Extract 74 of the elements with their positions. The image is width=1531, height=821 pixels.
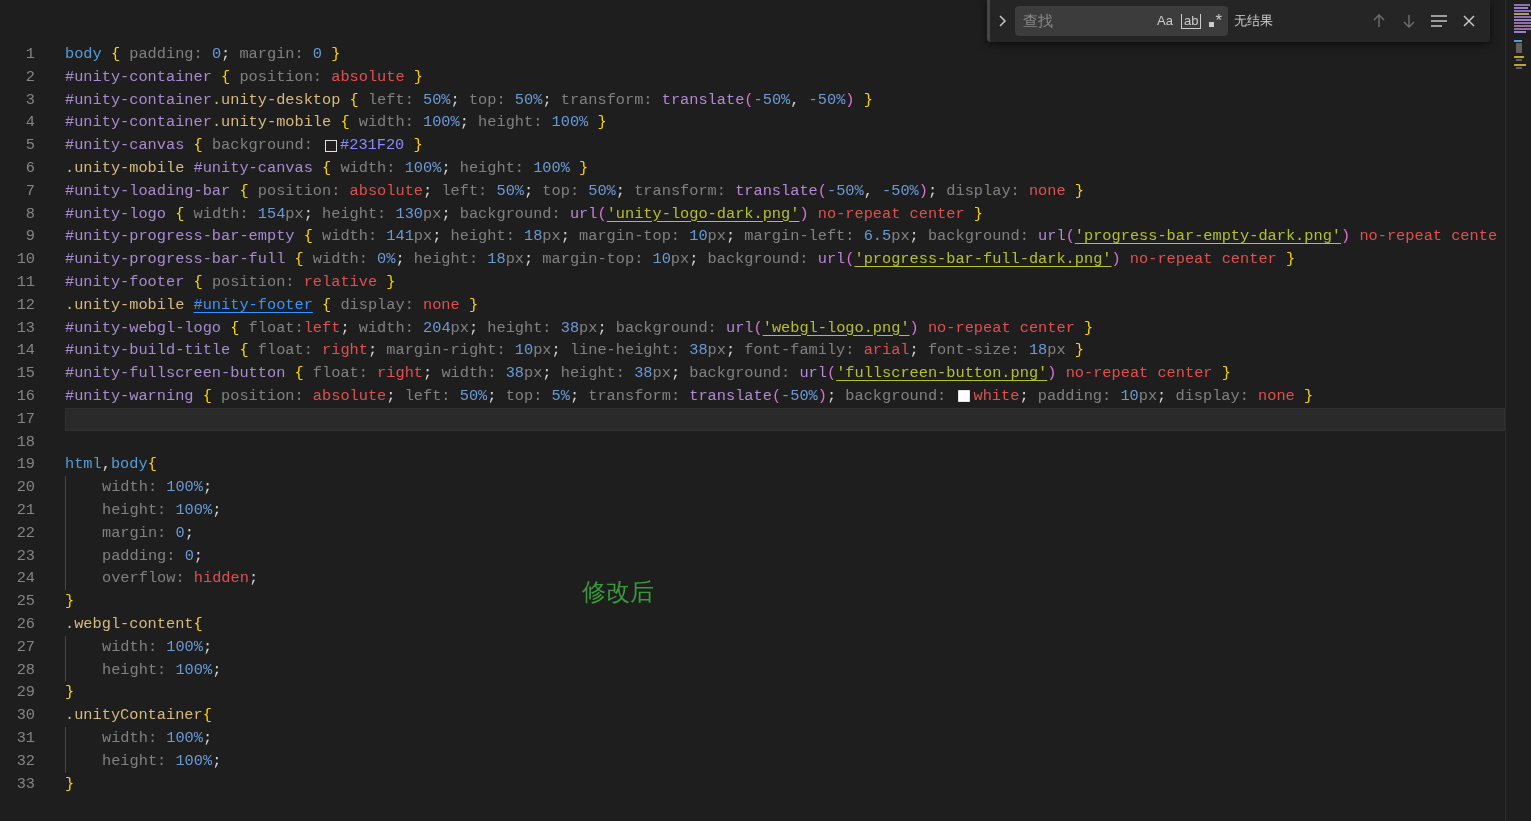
line-number: 30 [15,705,35,727]
code-text: .unityContainer{ [65,705,212,727]
code-text: margin: 0; [102,522,194,544]
line-number: 25 [15,591,35,613]
code-text: .webgl-content{ [65,613,203,635]
line-number: 28 [15,659,35,681]
find-field[interactable]: 查找 Aa ab * [1015,6,1228,36]
code-text: #unity-build-title { float: right; margin-right: 10px; line-height: 38px; font-family: arial; font-size: 18px } [65,340,1084,362]
code-text: body { padding: 0; margin: 0 } [65,44,341,65]
code-text: height: 100%; [102,499,222,521]
code-text: #unity-loading-bar { position: absolute; left: 50%; top: 50%; transform: translate(-50%, -50%); display: none } [65,180,1084,202]
line-number: 9 [24,226,35,248]
code-text: #unity-progress-bar-full { width: 0%; height: 18px; margin-top: 10px; background: url('progress-bar-full-dark.png') no-repeat center } [65,249,1296,271]
code-text: #unity-warning { position: absolute; left: 50%; top: 5%; transform: translate(-50%); background: [65,385,948,407]
code-text: #unity-container { position: absolute } [65,66,423,88]
line-number: 1 [24,44,35,65]
line-number: 4 [24,112,35,134]
line-number: 15 [15,363,35,385]
line-number: 19 [15,454,35,476]
code-text: #unity-container.unity-desktop { left: 50%; top: 50%; transform: translate(-50%, -50%) } [65,89,873,111]
line-number: 16 [15,385,35,407]
code-text: white; padding: 10px; display: none } [973,385,1314,407]
color-swatch-icon[interactable] [958,390,971,403]
code-text: } [65,591,75,613]
code-text: #unity-fullscreen-button { float: right; width: 38px; height: 38px; background: url('fullscreen-button.png') no-repeat center } [65,363,1231,385]
code-text: height: 100%; [102,659,222,681]
line-number: 14 [15,340,35,362]
match-case-toggle[interactable]: Aa [1155,10,1175,32]
minimap-drawing[interactable] [1514,4,1531,70]
line-number: 8 [24,203,35,225]
code-text: } [65,773,75,795]
line-number: 6 [24,158,35,179]
code-text: } [65,682,75,704]
line-number: 17 [15,408,35,430]
color-swatch-icon[interactable] [325,139,338,152]
line-number: 26 [15,613,35,635]
code-text: html,body{ [65,454,157,476]
line-number: 7 [24,180,35,202]
line-number: 18 [15,431,35,453]
line-number: 10 [15,249,35,271]
code-text: .unity-mobile #unity-canvas { width: 100%; height: 100% } [65,158,589,179]
line-number: 13 [15,317,35,339]
code-text: #unity-footer { position: relative } [65,271,396,293]
line-number: 27 [15,636,35,658]
code-text: #unity-container.unity-mobile { width: 100%; height: 100% } [65,112,607,134]
code-text: #unity-progress-bar-empty { width: 141px; height: 18px; margin-top: 10px; margin-left: 6.5px; background: url('progress-bar-empty-dark.png') no-repeat cente [65,226,1498,248]
annotation-text: 修改后 [582,577,654,607]
line-number: 33 [15,773,35,795]
code-text: #unity-canvas { background: [65,135,314,157]
line-number: 2 [24,66,35,88]
line-number: 12 [15,294,35,316]
code-text: #unity-webgl-logo { float:left; width: 204px; height: 38px; background: url('webgl-logo.png') no-repeat center } [65,317,1094,339]
code-text: padding: 0; [102,545,203,567]
code-text: .unity-mobile #unity-footer { display: none } [65,294,479,316]
line-number: 11 [15,271,35,293]
regex-toggle[interactable]: * [1207,10,1224,32]
code-text: width: 100%; [102,636,213,658]
line-number: 32 [15,750,35,772]
line-number: 22 [15,522,35,544]
code-text: width: 100%; [102,727,213,749]
line-number: 23 [15,545,35,567]
line-number: 31 [15,727,35,749]
code-text: overflow: hidden; [102,568,259,590]
line-number: 24 [15,568,35,590]
line-number: 20 [15,477,35,499]
result-text: 无结果 [1234,12,1273,31]
code-text: #231F20 } [340,135,423,157]
line-number: 5 [24,135,35,157]
line-number: 21 [15,499,35,521]
code-text: height: 100%; [102,750,222,772]
code-text: #unity-logo { width: 154px; height: 130px; background: url('unity-logo-dark.png') no-repeat center } [65,203,984,225]
code-text: width: 100%; [102,477,213,499]
line-number: 29 [15,682,35,704]
line-number: 3 [24,89,35,111]
